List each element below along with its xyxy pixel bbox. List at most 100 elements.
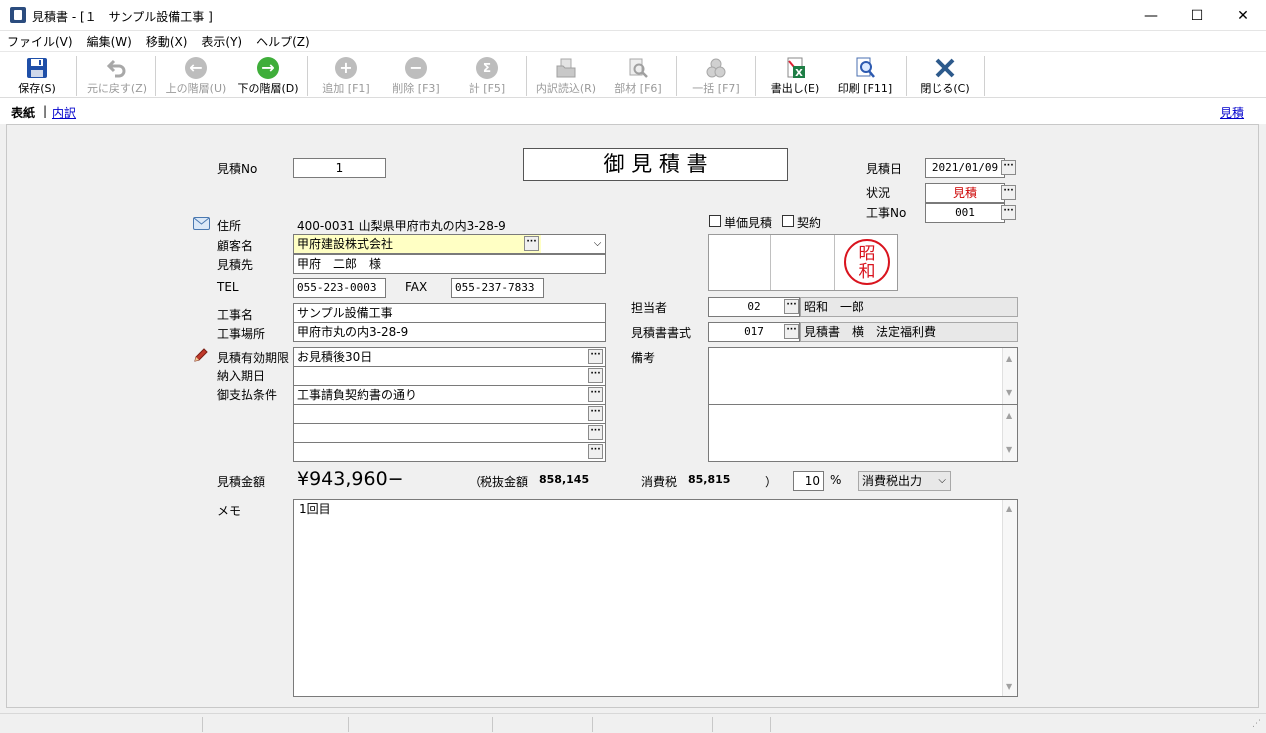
maximize-button[interactable]: ☐ [1174, 0, 1220, 31]
toolbar-separator [984, 56, 985, 96]
tab-detail[interactable]: 内訳 [52, 104, 76, 121]
unit-price-checkbox[interactable] [709, 215, 721, 227]
up-level-button[interactable]: ← 上の階層(U) [160, 56, 232, 96]
date-picker-button[interactable]: ··· [1001, 160, 1016, 175]
project-name-field[interactable]: サンプル設備工事 [293, 303, 606, 323]
project-no-label: 工事No [866, 206, 907, 220]
save-label: 保存(S) [18, 82, 56, 95]
scrollbar[interactable]: ▲ ▼ [1002, 405, 1017, 461]
add-button[interactable]: + 追加 [F1] [314, 56, 378, 96]
condition-field[interactable] [293, 423, 606, 443]
customer-field[interactable]: 甲府建設株式会社 [294, 235, 541, 253]
estimate-no-field[interactable]: 1 [293, 158, 386, 178]
delivery-picker-button[interactable]: ··· [588, 368, 603, 383]
format-picker-button[interactable]: ··· [784, 324, 799, 339]
condition-field[interactable] [293, 442, 606, 462]
floppy-disk-icon [25, 56, 49, 79]
down-level-button[interactable]: → 下の階層(D) [232, 56, 304, 96]
project-no-field[interactable]: 001 [925, 203, 1005, 223]
parts-button[interactable]: 部材 [F6] [606, 56, 670, 96]
validity-field[interactable]: お見積後30日 [293, 347, 606, 367]
percent-sign: % [830, 473, 842, 487]
menu-view[interactable]: 表示(Y) [194, 31, 249, 51]
menu-file[interactable]: ファイル(V) [0, 31, 80, 51]
memo-textarea[interactable]: 1回目 ▲ ▼ [293, 499, 1018, 697]
window-title: 見積書 - [１ サンプル設備工事 ] [32, 10, 213, 24]
import-detail-button[interactable]: 内訳読込(R) [530, 56, 602, 96]
arrow-left-icon: ← [185, 56, 207, 79]
menu-help[interactable]: ヘルプ(Z) [249, 31, 317, 51]
staff-picker-button[interactable]: ··· [784, 299, 799, 314]
validity-picker-button[interactable]: ··· [588, 349, 603, 364]
status-field[interactable]: 見積 [925, 183, 1005, 203]
print-preview-icon [853, 56, 877, 79]
status-label: 状況 [866, 186, 891, 200]
condition-field[interactable] [293, 404, 606, 424]
delivery-label: 納入期日 [217, 369, 266, 383]
minimize-button[interactable]: — [1128, 0, 1174, 31]
project-no-picker-button[interactable]: ··· [1001, 205, 1016, 220]
arrow-right-icon: → [257, 56, 279, 79]
tax-mode-select[interactable]: 消費税出力 ⌵ [858, 471, 951, 491]
toolbar-separator [526, 56, 527, 96]
toolbar-separator [155, 56, 156, 96]
tel-field[interactable]: 055-223-0003 [293, 278, 386, 298]
format-label: 見積書書式 [631, 326, 692, 340]
pretax-value: 858,145 [539, 473, 590, 486]
scrollbar[interactable]: ▲ ▼ [1002, 348, 1017, 404]
payment-field[interactable]: 工事請負契約書の通り [293, 385, 606, 405]
tab-cover[interactable]: 表紙 [11, 104, 35, 121]
form-panel: 御 見 積 書 見積No 1 見積日 2021/01/09 ··· 状況 見積 … [6, 124, 1259, 708]
delivery-field[interactable] [293, 366, 606, 386]
unit-price-label: 単価見積 [724, 216, 773, 230]
contract-checkbox[interactable] [782, 215, 794, 227]
sum-label: 計 [F5] [468, 82, 506, 95]
document-title: 御 見 積 書 [523, 148, 788, 181]
chevron-down-icon[interactable]: ⌵ [590, 235, 605, 253]
memo-label: メモ [217, 504, 242, 518]
customer-picker-button[interactable]: ··· [524, 236, 539, 251]
resize-grip-icon[interactable]: ⋰ [1252, 719, 1262, 729]
minus-icon: − [405, 56, 427, 79]
condition-picker-button[interactable]: ··· [588, 444, 603, 459]
export-label: 書出し(E) [770, 82, 820, 95]
recipient-field[interactable]: 甲府 二郎 様 [293, 254, 606, 274]
stamp-divider [770, 235, 771, 290]
project-site-field[interactable]: 甲府市丸の内3-28-9 [293, 322, 606, 342]
svg-text:X: X [795, 68, 803, 79]
undo-button[interactable]: 元に戻す(Z) [82, 56, 152, 96]
estimate-link[interactable]: 見積 [1220, 104, 1244, 121]
status-picker-button[interactable]: ··· [1001, 185, 1016, 200]
close-label: 閉じる(C) [920, 82, 970, 95]
bulk-button[interactable]: 一括 [F7] [684, 56, 748, 96]
export-button[interactable]: X 書出し(E) [762, 56, 828, 96]
condition-picker-button[interactable]: ··· [588, 425, 603, 440]
envelope-icon[interactable] [193, 217, 210, 230]
tax-rate-field[interactable]: 10 [793, 471, 824, 491]
condition-picker-button[interactable]: ··· [588, 406, 603, 421]
close-button[interactable]: 閉じる(C) [912, 56, 978, 96]
payment-picker-button[interactable]: ··· [588, 387, 603, 402]
import-detail-label: 内訳読込(R) [535, 82, 597, 95]
sum-button[interactable]: Σ 計 [F5] [455, 56, 519, 96]
print-button[interactable]: 印刷 [F11] [830, 56, 900, 96]
payment-label: 御支払条件 [217, 388, 278, 402]
sigma-icon: Σ [476, 56, 498, 79]
close-window-button[interactable]: ✕ [1220, 0, 1266, 31]
estimate-date-field[interactable]: 2021/01/09 [925, 158, 1005, 178]
pencil-icon[interactable] [193, 347, 209, 363]
delete-button[interactable]: − 削除 [F3] [384, 56, 448, 96]
remarks-textarea[interactable]: ▲ ▼ [708, 347, 1018, 405]
title-bar: 見積書 - [１ サンプル設備工事 ] — ☐ ✕ [0, 0, 1266, 31]
save-button[interactable]: 保存(S) [8, 56, 66, 96]
menu-move[interactable]: 移動(X) [139, 31, 195, 51]
print-label: 印刷 [F11] [837, 82, 893, 95]
tab-separator: | [43, 104, 48, 118]
address-label: 住所 [217, 219, 242, 233]
remarks-textarea-2[interactable]: ▲ ▼ [708, 404, 1018, 462]
bulk-label: 一括 [F7] [692, 82, 740, 95]
scrollbar[interactable]: ▲ ▼ [1002, 500, 1017, 696]
remarks-label: 備考 [631, 351, 656, 365]
menu-edit[interactable]: 編集(W) [80, 31, 139, 51]
fax-field[interactable]: 055-237-7833 [451, 278, 544, 298]
